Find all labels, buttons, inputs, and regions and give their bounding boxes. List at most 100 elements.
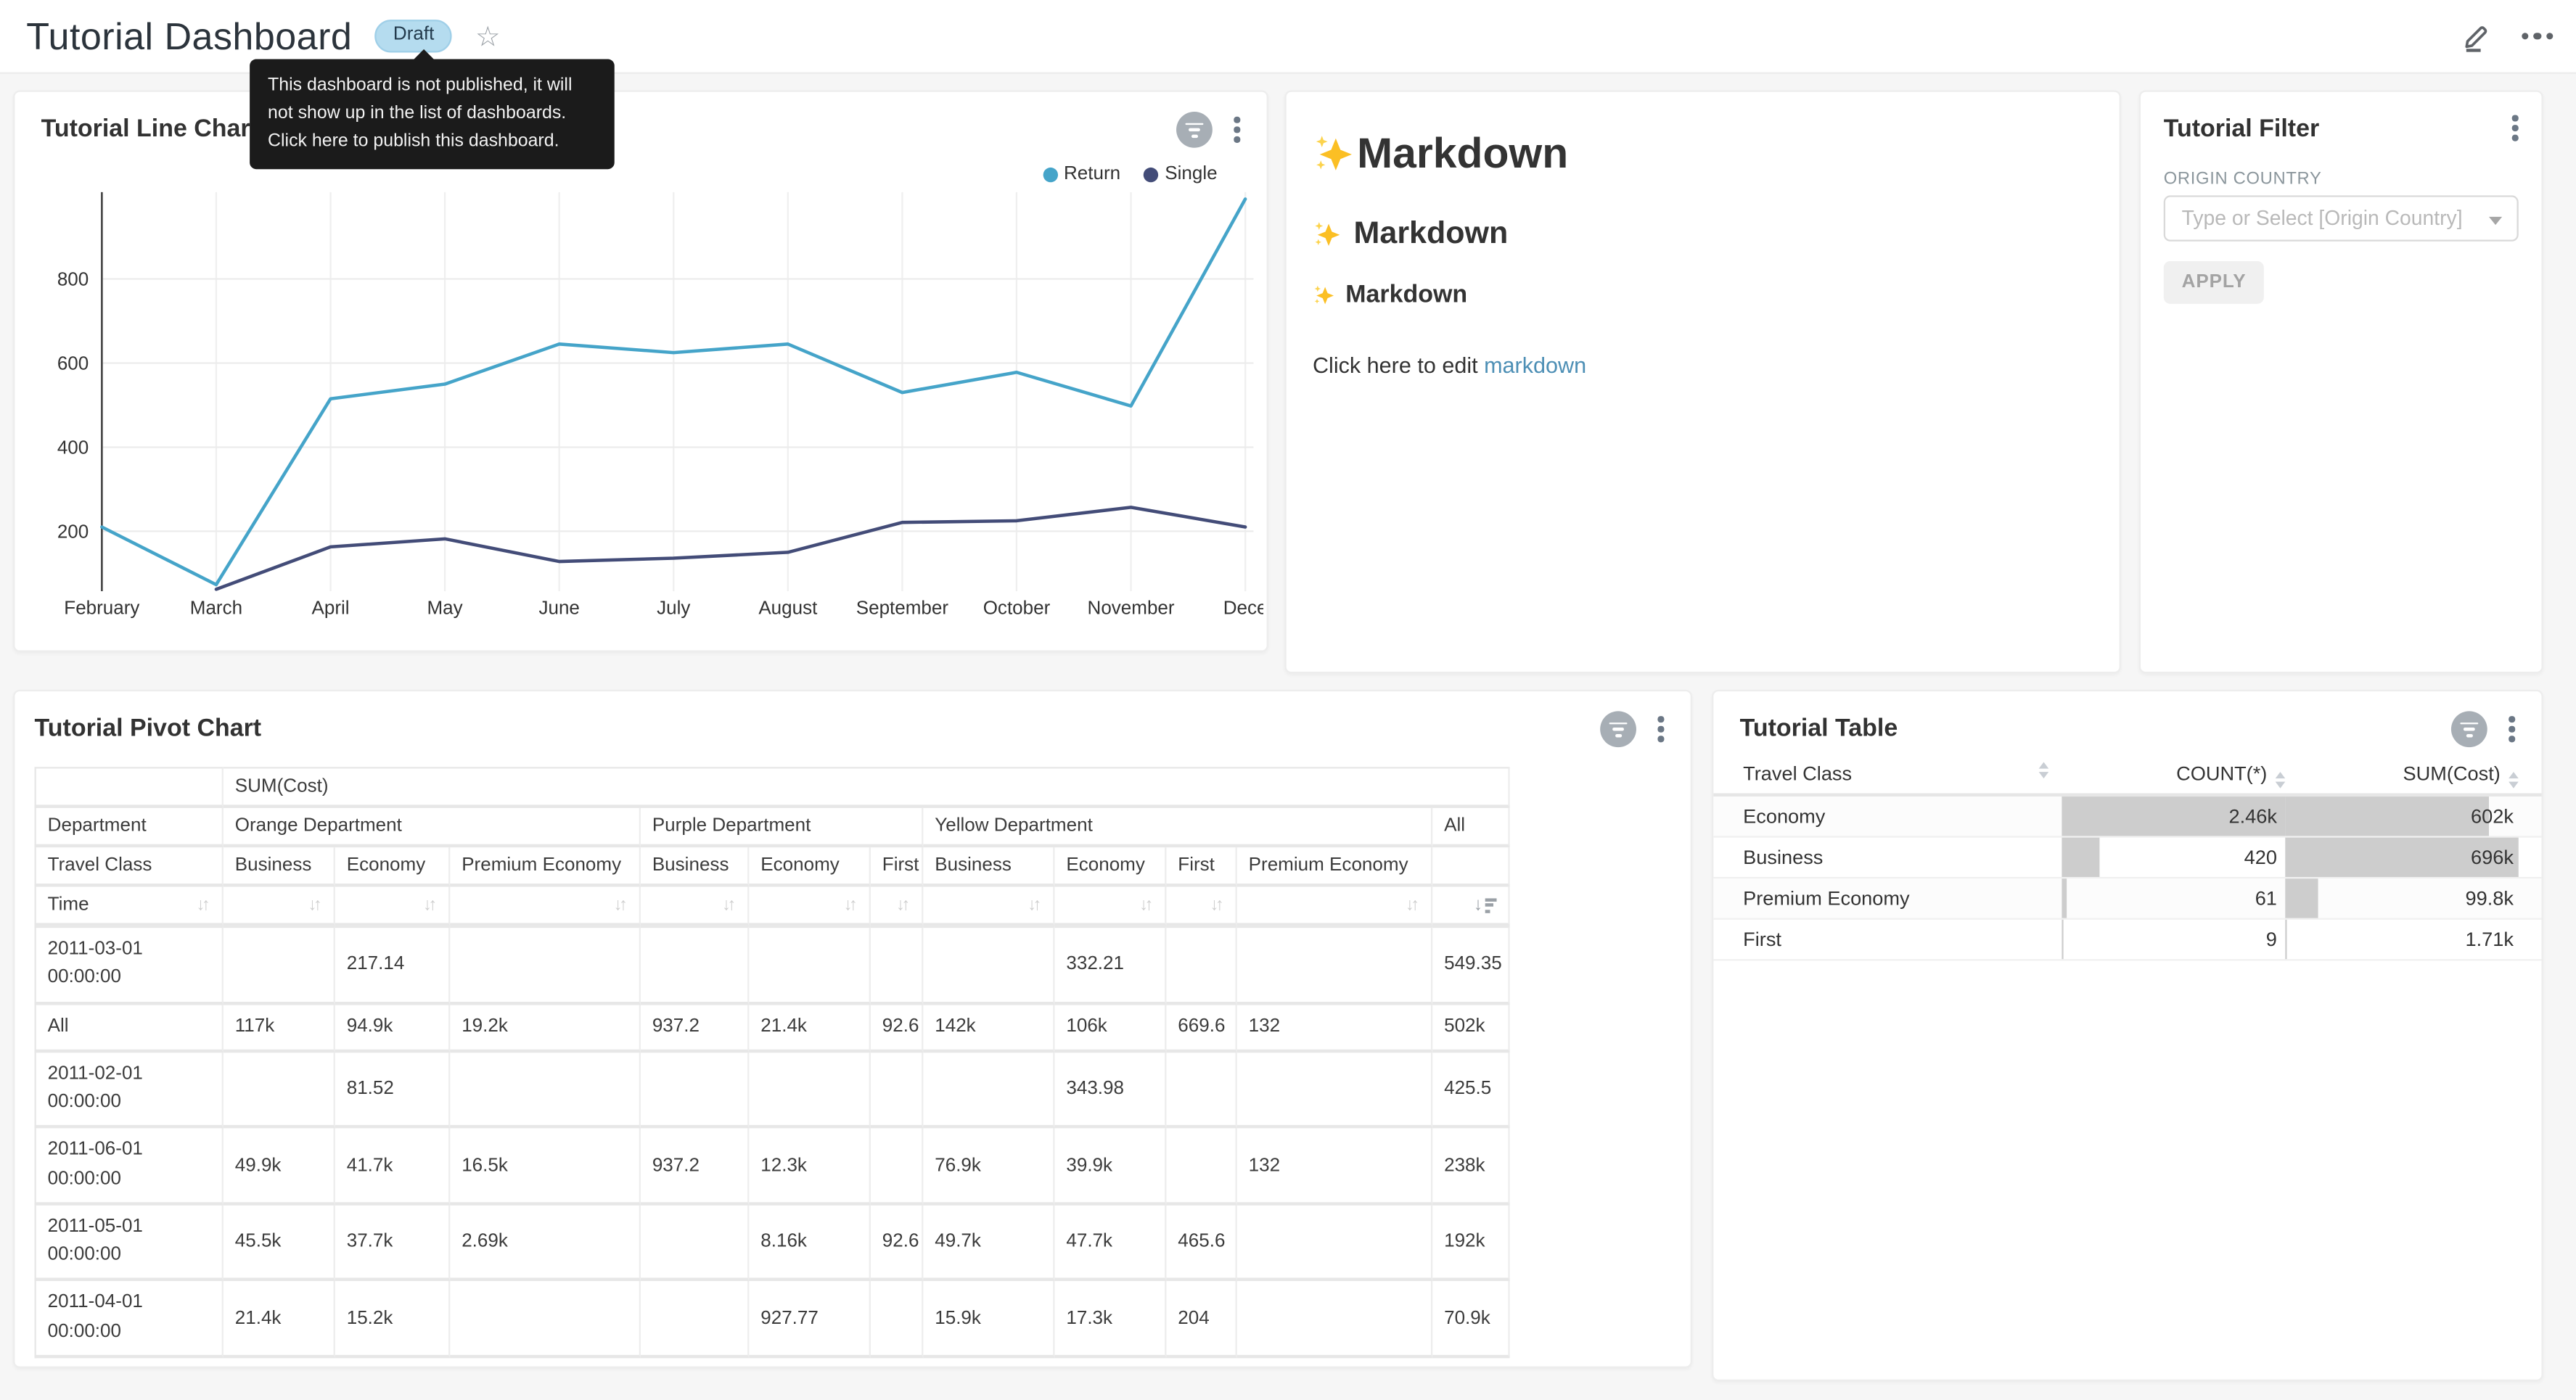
pivot-cell (749, 1053, 871, 1129)
x-axis-tick: November (1088, 597, 1175, 619)
x-axis-tick: June (538, 597, 579, 619)
pivot-cell (1166, 926, 1236, 1005)
pivot-cell: 37.7k (335, 1205, 450, 1281)
pivot-cell: 502k (1432, 1004, 1509, 1052)
kebab-menu-icon[interactable] (1655, 713, 1668, 746)
pivot-cell: 39.9k (1055, 1129, 1167, 1205)
column-header-travel-class[interactable]: Travel Class (1743, 762, 1852, 786)
travel-class-cell: Premium Economy (1743, 887, 1910, 910)
sort-caret-icon[interactable] (2039, 762, 2049, 778)
pivot-chart-panel: Tutorial Pivot Chart SUM(Cost) Dep (13, 690, 1692, 1368)
origin-country-label: ORIGIN COUNTRY (2164, 169, 2322, 189)
cross-filter-icon[interactable] (1601, 711, 1637, 747)
sort-icon[interactable]: ↓↑ (423, 895, 437, 915)
pivot-cell: 8.16k (749, 1205, 871, 1281)
markdown-heading-2: Markdown (1313, 217, 2093, 253)
pivot-cell (1237, 1282, 1432, 1358)
pivot-cell (1237, 1053, 1432, 1129)
pivot-cell: 49.9k (223, 1129, 335, 1205)
kebab-menu-icon[interactable] (2506, 713, 2519, 746)
pivot-cell (450, 926, 641, 1005)
pivot-data-row: 2011-03-01 00:00:00217.14332.21549.35 (35, 926, 1510, 1005)
pivot-cell (223, 926, 335, 1005)
x-axis-tick: April (311, 597, 349, 619)
pivot-cell: 927.77 (749, 1282, 871, 1358)
pivot-cell: 17.3k (1055, 1282, 1167, 1358)
sort-icon[interactable]: ↓↑ (722, 895, 736, 915)
pivot-cell (871, 1053, 923, 1129)
count-cell: 61 (2255, 887, 2277, 910)
kebab-menu-icon[interactable] (2509, 112, 2522, 144)
markdown-heading-3: Markdown (1313, 281, 2093, 308)
pivot-cell: 21.4k (749, 1004, 871, 1052)
kebab-menu-icon[interactable] (1231, 113, 1244, 146)
sort-icon[interactable]: ↓↑ (1210, 895, 1223, 915)
filter-panel: Tutorial Filter ORIGIN COUNTRY Type or S… (2139, 91, 2543, 674)
pivot-cell: 549.35 (1432, 926, 1509, 1005)
legend-item-single[interactable]: Single (1144, 164, 1218, 184)
sort-icon[interactable]: ↓↑ (308, 895, 322, 915)
markdown-edit-link[interactable]: markdown (1484, 353, 1586, 378)
pivot-data-row: 2011-04-01 00:00:0021.4k15.2k927.7715.9k… (35, 1282, 1510, 1358)
pivot-row-label: 2011-06-01 00:00:00 (35, 1129, 223, 1205)
table-row[interactable]: First91.71k (1713, 920, 2541, 961)
ellipsis-menu-icon[interactable] (2521, 33, 2553, 40)
sort-icon[interactable]: ↓↑ (1027, 895, 1041, 915)
count-bar (2062, 878, 2067, 918)
x-axis-tick: September (856, 597, 949, 619)
pivot-panel-title: Tutorial Pivot Chart (35, 715, 262, 742)
pivot-cell: 465.6 (1166, 1205, 1236, 1281)
column-header-count[interactable]: COUNT(*) (2176, 762, 2285, 788)
sparkles-icon (1313, 132, 1355, 175)
line-chart-panel: Tutorial Line Chart Return Single 200400… (13, 91, 1268, 652)
pivot-cell: 16.5k (450, 1129, 641, 1205)
pivot-cell: 192k (1432, 1205, 1509, 1281)
pivot-cell (923, 926, 1054, 1005)
sort-descending-icon[interactable]: ↓ (1474, 896, 1497, 914)
travel-class-cell: Economy (1743, 804, 1825, 828)
sort-icon[interactable]: ↓↑ (197, 895, 210, 915)
table-row[interactable]: Business420696k (1713, 838, 2541, 879)
pivot-table: SUM(Cost) Department Orange Department P… (35, 767, 1510, 1357)
sort-icon[interactable]: ↓↑ (896, 895, 910, 915)
table-row[interactable]: Premium Economy6199.8k (1713, 878, 2541, 920)
cross-filter-icon[interactable] (2452, 711, 2488, 747)
pivot-cell (871, 926, 923, 1005)
count-cell: 9 (2266, 928, 2277, 951)
star-icon[interactable]: ☆ (475, 22, 501, 50)
sort-icon[interactable]: ↓↑ (1139, 895, 1153, 915)
legend-dot-single (1144, 167, 1158, 181)
pivot-cell: 217.14 (335, 926, 450, 1005)
count-bar (2062, 838, 2099, 877)
dashboard-page: Tutorial Dashboard Draft ☆ This dashboar… (0, 0, 2576, 1400)
pivot-cell: 2.69k (450, 1205, 641, 1281)
pivot-cell: 204 (1166, 1282, 1236, 1358)
travel-class-cell: First (1743, 928, 1781, 951)
origin-country-select[interactable]: Type or Select [Origin Country] (2164, 195, 2519, 241)
sort-icon[interactable]: ↓↑ (614, 895, 628, 915)
apply-button[interactable]: APPLY (2164, 261, 2265, 304)
column-header-sum-cost[interactable]: SUM(Cost) (2403, 762, 2518, 788)
line-chart-canvas[interactable]: 200400600800FebruaryMarchAprilMayJuneJul… (21, 182, 1263, 629)
sort-icon[interactable]: ↓↑ (1406, 895, 1419, 915)
pivot-cell (923, 1053, 1054, 1129)
edit-pencil-icon[interactable] (2460, 20, 2491, 52)
page-title: Tutorial Dashboard (26, 14, 352, 58)
table-header-row: Travel Class COUNT(*) SUM(Cost) (1713, 757, 2541, 796)
pivot-cell: 937.2 (641, 1129, 749, 1205)
pivot-cell: 92.6 (871, 1205, 923, 1281)
pivot-measure-row: SUM(Cost) (35, 767, 1510, 808)
sum-cost-cell: 696k (2471, 846, 2514, 869)
draft-badge[interactable]: Draft (375, 20, 452, 52)
pivot-group-purple: Purple Department (641, 808, 923, 847)
sort-icon[interactable]: ↓↑ (844, 895, 858, 915)
unpublished-tooltip: This dashboard is not published, it will… (250, 59, 615, 170)
legend-item-return[interactable]: Return (1043, 164, 1121, 184)
pivot-time-row: Time↓↑ ↓↑↓↑↓↑↓↑↓↑↓↑↓↑↓↑↓↑↓↑↓ (35, 887, 1510, 926)
pivot-data-row: 2011-05-01 00:00:0045.5k37.7k2.69k8.16k9… (35, 1205, 1510, 1281)
count-bar (2062, 920, 2063, 959)
cross-filter-icon[interactable] (1177, 112, 1213, 148)
table-row[interactable]: Economy2.46k602k (1713, 796, 2541, 838)
pivot-data-row: All117k94.9k19.2k937.221.4k92.6142k106k6… (35, 1004, 1510, 1052)
pivot-cell: 12.3k (749, 1129, 871, 1205)
